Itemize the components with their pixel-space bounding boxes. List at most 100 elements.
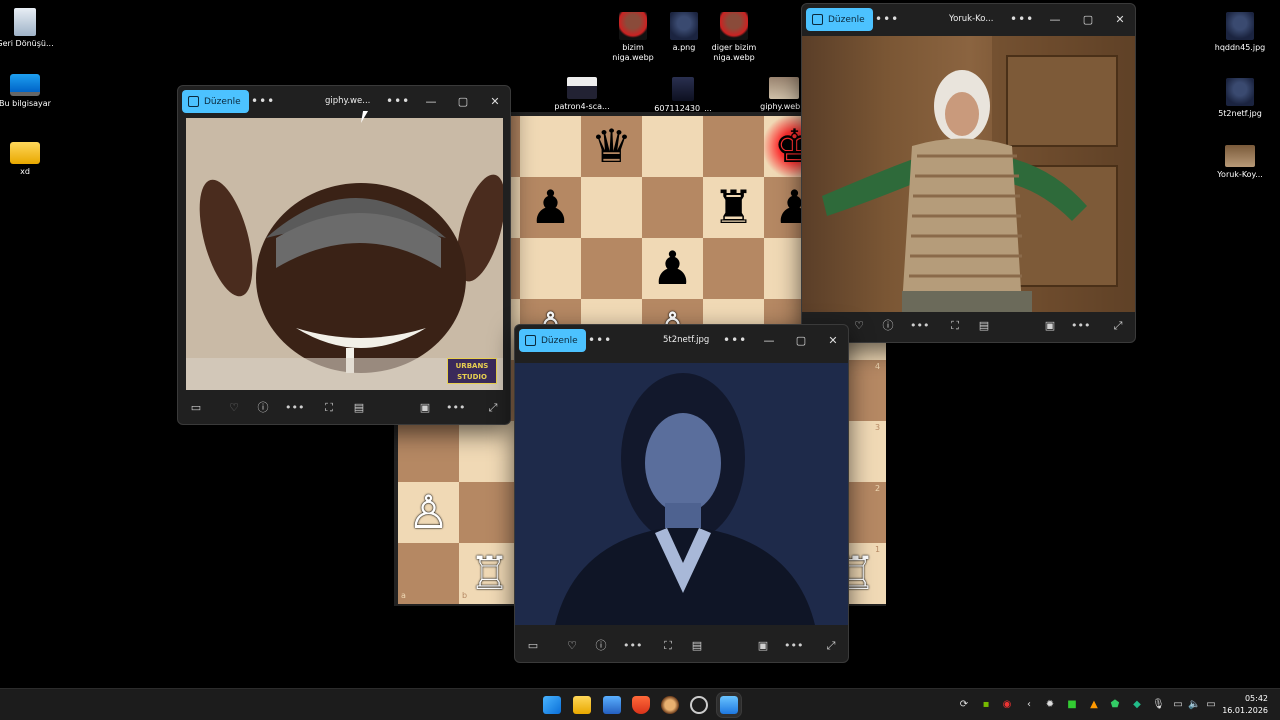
scan-icon[interactable]: ⛶ <box>321 400 337 416</box>
microphone-icon[interactable]: 🎙 <box>1152 699 1165 711</box>
title-more-icon[interactable]: ••• <box>1010 13 1034 25</box>
more-options-icon[interactable]: ••• <box>588 334 612 346</box>
chess-square[interactable] <box>642 116 703 177</box>
nvidia-icon[interactable]: ▪ <box>980 699 992 711</box>
steam-icon[interactable] <box>690 696 708 714</box>
minimize-icon[interactable]: — <box>423 94 439 110</box>
favorite-heart-icon[interactable]: ♡ <box>226 400 242 416</box>
app-avatar-icon[interactable] <box>661 696 679 714</box>
favorite-heart-icon[interactable]: ♡ <box>564 638 580 654</box>
brightness-icon[interactable]: ✹ <box>1044 699 1056 711</box>
black-queen-piece[interactable]: ♛ <box>581 116 642 177</box>
file-patron4-icon[interactable]: patron4-sca... <box>550 77 614 112</box>
text-scan-icon[interactable]: ▤ <box>351 400 367 416</box>
maximize-icon[interactable]: ▢ <box>455 94 471 110</box>
chess-square[interactable] <box>581 238 642 299</box>
scan-icon[interactable]: ⛶ <box>660 638 676 654</box>
white-rook-piece[interactable]: ♖ <box>459 543 520 604</box>
chess-square[interactable] <box>520 116 581 177</box>
minimize-icon[interactable]: — <box>761 333 777 349</box>
chess-square[interactable] <box>703 116 764 177</box>
fit-screen-icon[interactable]: ▣ <box>417 400 433 416</box>
chess-square[interactable] <box>398 543 459 604</box>
edit-button[interactable]: Düzenle <box>519 329 586 352</box>
close-icon[interactable]: ✕ <box>825 333 841 349</box>
title-more-icon[interactable]: ••• <box>723 334 747 346</box>
info-icon[interactable]: ⓘ <box>880 318 896 334</box>
file-explorer-icon[interactable] <box>573 696 591 714</box>
title-bar[interactable]: Düzenle ••• Yoruk-Ko... ••• — ▢ ✕ <box>802 4 1135 36</box>
close-icon[interactable]: ✕ <box>1112 12 1128 28</box>
maximize-icon[interactable]: ▢ <box>1080 12 1096 28</box>
more-options-icon[interactable]: ••• <box>285 400 304 416</box>
clock[interactable]: 05:42 16.01.2026 <box>1222 693 1268 717</box>
chess-square[interactable] <box>642 177 703 238</box>
app-tray-icon[interactable]: ◉ <box>1001 699 1013 711</box>
update-icon[interactable]: ⟳ <box>958 699 970 711</box>
chess-square[interactable] <box>703 238 764 299</box>
minimize-icon[interactable]: — <box>1047 12 1063 28</box>
scan-icon[interactable]: ⛶ <box>947 318 963 334</box>
close-icon[interactable]: ✕ <box>487 94 503 110</box>
file-5t2netf-icon[interactable]: 5t2netf.jpg <box>1208 78 1272 119</box>
file-607112430-icon[interactable]: 607112430_... <box>651 77 715 114</box>
file-diger-bizim-niga-icon[interactable]: diger bizim niga.webp <box>702 12 766 63</box>
image-viewer[interactable] <box>802 36 1135 312</box>
security-icon[interactable]: ◆ <box>1131 699 1143 711</box>
edit-button[interactable]: Düzenle <box>806 8 873 31</box>
network-icon[interactable]: ▭ <box>1172 699 1184 711</box>
info-icon[interactable]: ⓘ <box>593 638 609 654</box>
favorite-heart-icon[interactable]: ♡ <box>851 318 867 334</box>
info-icon[interactable]: ⓘ <box>255 400 271 416</box>
photos-window-yoruk[interactable]: Düzenle ••• Yoruk-Ko... ••• — ▢ ✕ ▭ ♡ ⓘ … <box>801 3 1136 343</box>
photos-window-giphy[interactable]: Düzenle ••• giphy.we... ••• — ▢ ✕ URBANS… <box>177 85 511 425</box>
start-button-icon[interactable] <box>543 696 561 714</box>
more-options-icon[interactable]: ••• <box>251 95 275 107</box>
green-app-icon[interactable]: ■ <box>1066 699 1078 711</box>
recycle-bin-icon[interactable]: Geri Dönüşü... <box>0 8 57 49</box>
fit-screen-icon[interactable]: ▣ <box>1042 318 1058 334</box>
chess-square[interactable] <box>520 238 581 299</box>
folder-xd-icon[interactable]: xd <box>0 142 57 177</box>
brave-browser-icon[interactable] <box>632 696 650 714</box>
fullscreen-icon[interactable]: ⤢ <box>485 400 501 416</box>
black-pawn-piece[interactable]: ♟ <box>642 238 703 299</box>
fit-screen-icon[interactable]: ▣ <box>755 638 771 654</box>
fullscreen-icon[interactable]: ⤢ <box>1110 318 1126 334</box>
back-arrow-icon[interactable]: ‹ <box>1023 699 1035 711</box>
image-viewer[interactable]: URBANS STUDIO <box>186 118 503 390</box>
more-options-icon[interactable]: ••• <box>784 638 803 654</box>
image-viewer[interactable] <box>515 363 848 625</box>
more-options-icon[interactable]: ••• <box>875 13 899 25</box>
filmstrip-icon[interactable]: ▭ <box>525 638 541 654</box>
shield-icon[interactable]: ⬟ <box>1109 699 1121 711</box>
battery-icon[interactable]: ▭ <box>1205 699 1217 711</box>
filmstrip-icon[interactable]: ▭ <box>188 400 204 416</box>
more-options-icon[interactable]: ••• <box>623 638 642 654</box>
file-yoruk-koy-icon[interactable]: Yoruk-Koy... <box>1208 145 1272 180</box>
photos-app-icon[interactable] <box>603 696 621 714</box>
more-options-icon[interactable]: ••• <box>910 318 929 334</box>
orange-app-icon[interactable]: ▲ <box>1088 699 1100 711</box>
text-scan-icon[interactable]: ▤ <box>976 318 992 334</box>
photos-window-5t2netf[interactable]: Düzenle ••• 5t2netf.jpg ••• — ▢ ✕ ▭ ♡ ⓘ … <box>514 324 849 663</box>
fullscreen-icon[interactable]: ⤢ <box>823 638 839 654</box>
file-hqddn45-icon[interactable]: hqddn45.jpg <box>1208 12 1272 53</box>
text-scan-icon[interactable]: ▤ <box>689 638 705 654</box>
maximize-icon[interactable]: ▢ <box>793 333 809 349</box>
more-options-icon[interactable]: ••• <box>446 400 465 416</box>
title-more-icon[interactable]: ••• <box>386 95 410 107</box>
photos-active-icon[interactable] <box>717 693 741 717</box>
white-pawn-piece[interactable]: ♙ <box>398 482 459 543</box>
title-bar[interactable]: Düzenle ••• 5t2netf.jpg ••• — ▢ ✕ <box>515 325 848 357</box>
volume-icon[interactable]: 🔈 <box>1188 699 1200 711</box>
chess-square[interactable] <box>581 177 642 238</box>
black-rook-piece[interactable]: ♜ <box>703 177 764 238</box>
black-pawn-piece[interactable]: ♟ <box>520 177 581 238</box>
edit-button[interactable]: Düzenle <box>182 90 249 113</box>
chess-square[interactable] <box>459 482 520 543</box>
this-pc-icon[interactable]: Bu bilgisayar <box>0 74 57 109</box>
title-bar[interactable]: Düzenle ••• giphy.we... ••• — ▢ ✕ <box>178 86 510 118</box>
chess-square[interactable] <box>398 421 459 482</box>
chess-square[interactable] <box>459 421 520 482</box>
